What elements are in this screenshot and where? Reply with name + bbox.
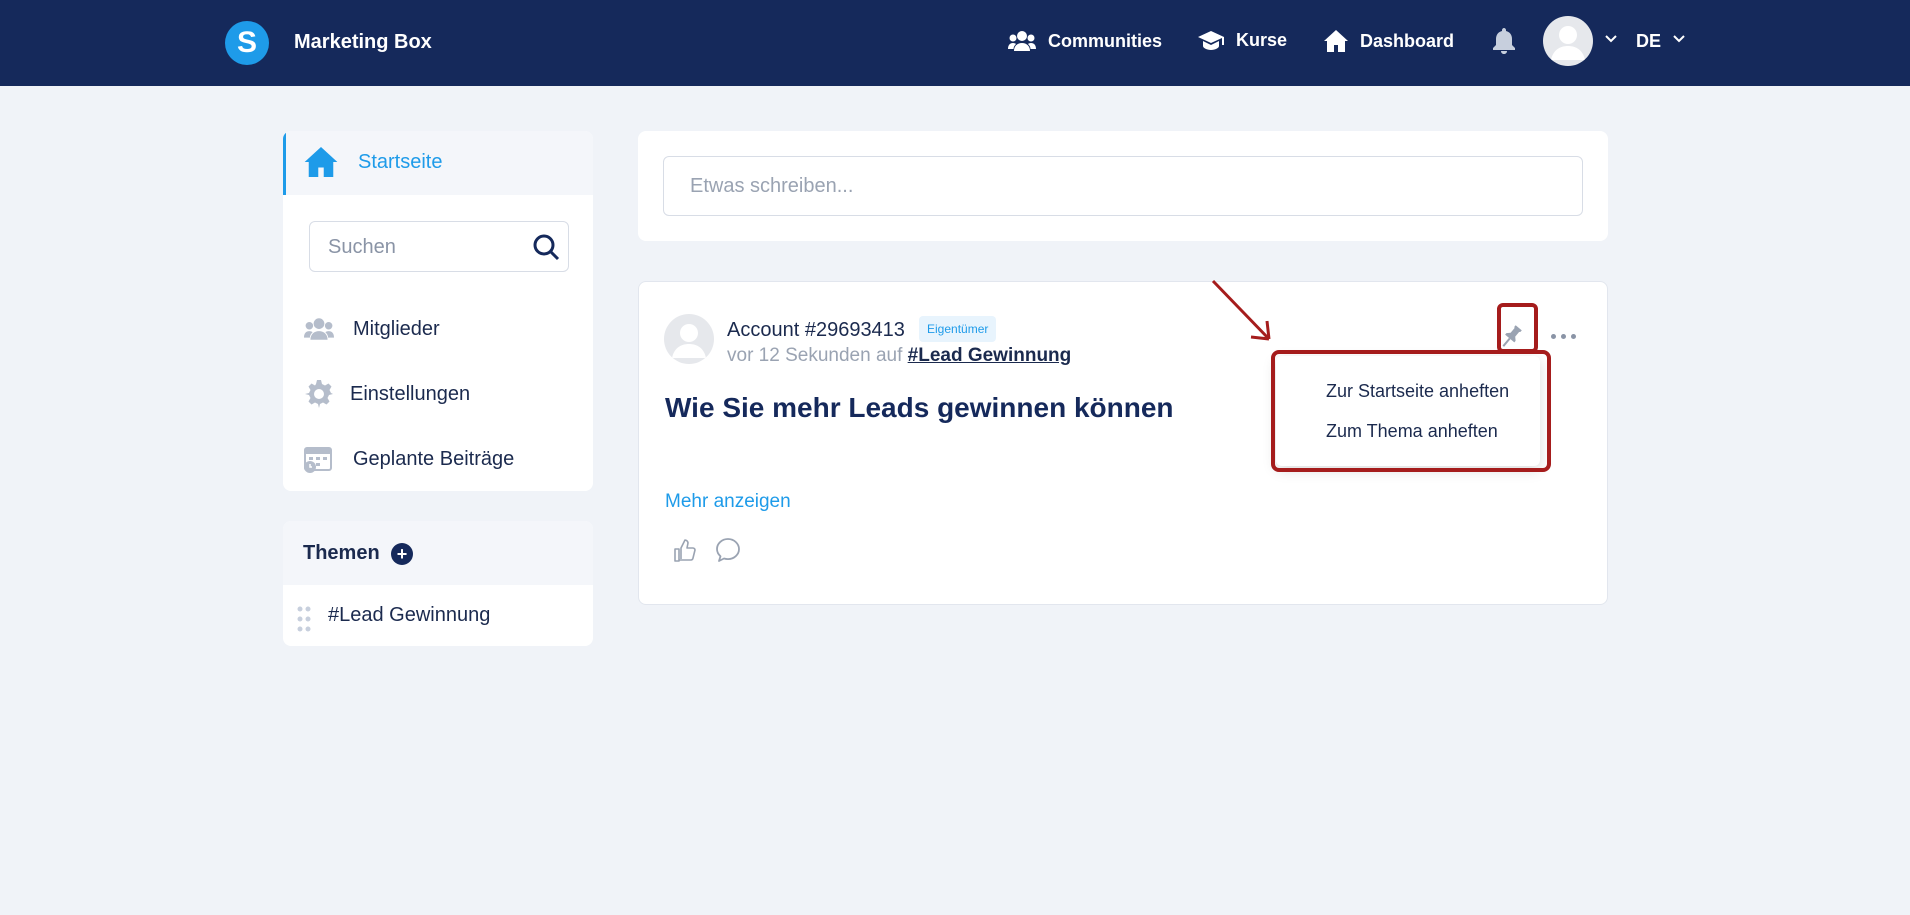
themes-panel: Themen + #Lead Gewinnung <box>283 521 593 646</box>
nav-communities-label: Communities <box>1048 30 1163 51</box>
nav-kurse-label: Kurse <box>1236 30 1288 50</box>
language-selector[interactable]: DE <box>1636 31 1661 52</box>
highlight-box-menu <box>1271 350 1551 472</box>
post-meta: vor 12 Sekunden auf #Lead Gewinnung <box>727 345 1071 367</box>
user-avatar[interactable] <box>1543 16 1593 66</box>
sidebar-search <box>309 221 569 272</box>
home-icon <box>1324 30 1348 52</box>
members-icon <box>303 313 335 345</box>
brand-name[interactable]: Marketing Box <box>294 31 432 54</box>
post-timestamp: vor 12 Sekunden auf <box>727 345 903 366</box>
gear-icon <box>303 378 335 410</box>
avatar-placeholder-icon <box>1551 26 1585 60</box>
comment-icon[interactable] <box>715 537 741 563</box>
search-input[interactable] <box>328 234 518 260</box>
post-topic-link[interactable]: #Lead Gewinnung <box>908 345 1072 366</box>
calendar-icon <box>303 443 335 475</box>
add-theme-button[interactable]: + <box>391 543 413 565</box>
sidebar: Startseite Mitglieder Einstellungen Gepl… <box>283 131 593 491</box>
sidebar-item-mitglieder[interactable]: Mitglieder <box>303 309 440 349</box>
top-navbar: S Marketing Box Communities Kurse Dashbo… <box>0 0 1910 86</box>
post-composer-input[interactable] <box>663 156 1583 216</box>
post-title[interactable]: Wie Sie mehr Leads gewinnen können <box>665 392 1174 424</box>
dot <box>1551 334 1556 339</box>
themes-title: Themen <box>303 542 380 564</box>
highlight-box-pin <box>1497 303 1538 353</box>
nav-dashboard[interactable]: Dashboard <box>1324 30 1454 52</box>
sidebar-item-label: Startseite <box>358 151 443 173</box>
dot <box>1571 334 1576 339</box>
nav-communities[interactable]: Communities <box>1008 30 1162 52</box>
sidebar-item-label: Mitglieder <box>353 317 440 340</box>
graduation-cap-icon <box>1198 30 1224 50</box>
sidebar-item-geplante-beitraege[interactable]: Geplante Beiträge <box>303 439 514 479</box>
role-badge: Eigentümer <box>919 316 997 342</box>
avatar-placeholder-icon <box>672 324 706 358</box>
themes-header: Themen + <box>283 521 593 585</box>
nav-dashboard-label: Dashboard <box>1360 30 1455 51</box>
thumbs-up-icon[interactable] <box>673 539 697 563</box>
chevron-down-icon[interactable] <box>1672 34 1686 44</box>
dot <box>1561 334 1566 339</box>
theme-item[interactable]: #Lead Gewinnung <box>328 604 490 627</box>
show-more-link[interactable]: Mehr anzeigen <box>665 491 791 513</box>
sidebar-item-einstellungen[interactable]: Einstellungen <box>303 374 470 414</box>
search-icon[interactable] <box>532 233 560 261</box>
annotation-arrow-icon <box>1211 279 1271 341</box>
post-author[interactable]: Account #29693413 <box>727 319 905 342</box>
home-icon <box>304 147 338 177</box>
sidebar-item-startseite[interactable]: Startseite <box>283 131 593 195</box>
chevron-down-icon[interactable] <box>1604 34 1618 44</box>
avatar[interactable] <box>664 314 714 364</box>
composer-card <box>638 131 1608 241</box>
more-options-button[interactable] <box>1551 334 1576 339</box>
app-logo[interactable]: S <box>225 21 269 65</box>
sidebar-item-label: Geplante Beiträge <box>353 447 515 470</box>
drag-handle-icon[interactable] <box>297 606 311 632</box>
users-icon <box>1008 31 1036 51</box>
sidebar-item-label: Einstellungen <box>350 382 471 405</box>
bell-icon[interactable] <box>1492 28 1516 54</box>
nav-kurse[interactable]: Kurse <box>1198 30 1287 51</box>
